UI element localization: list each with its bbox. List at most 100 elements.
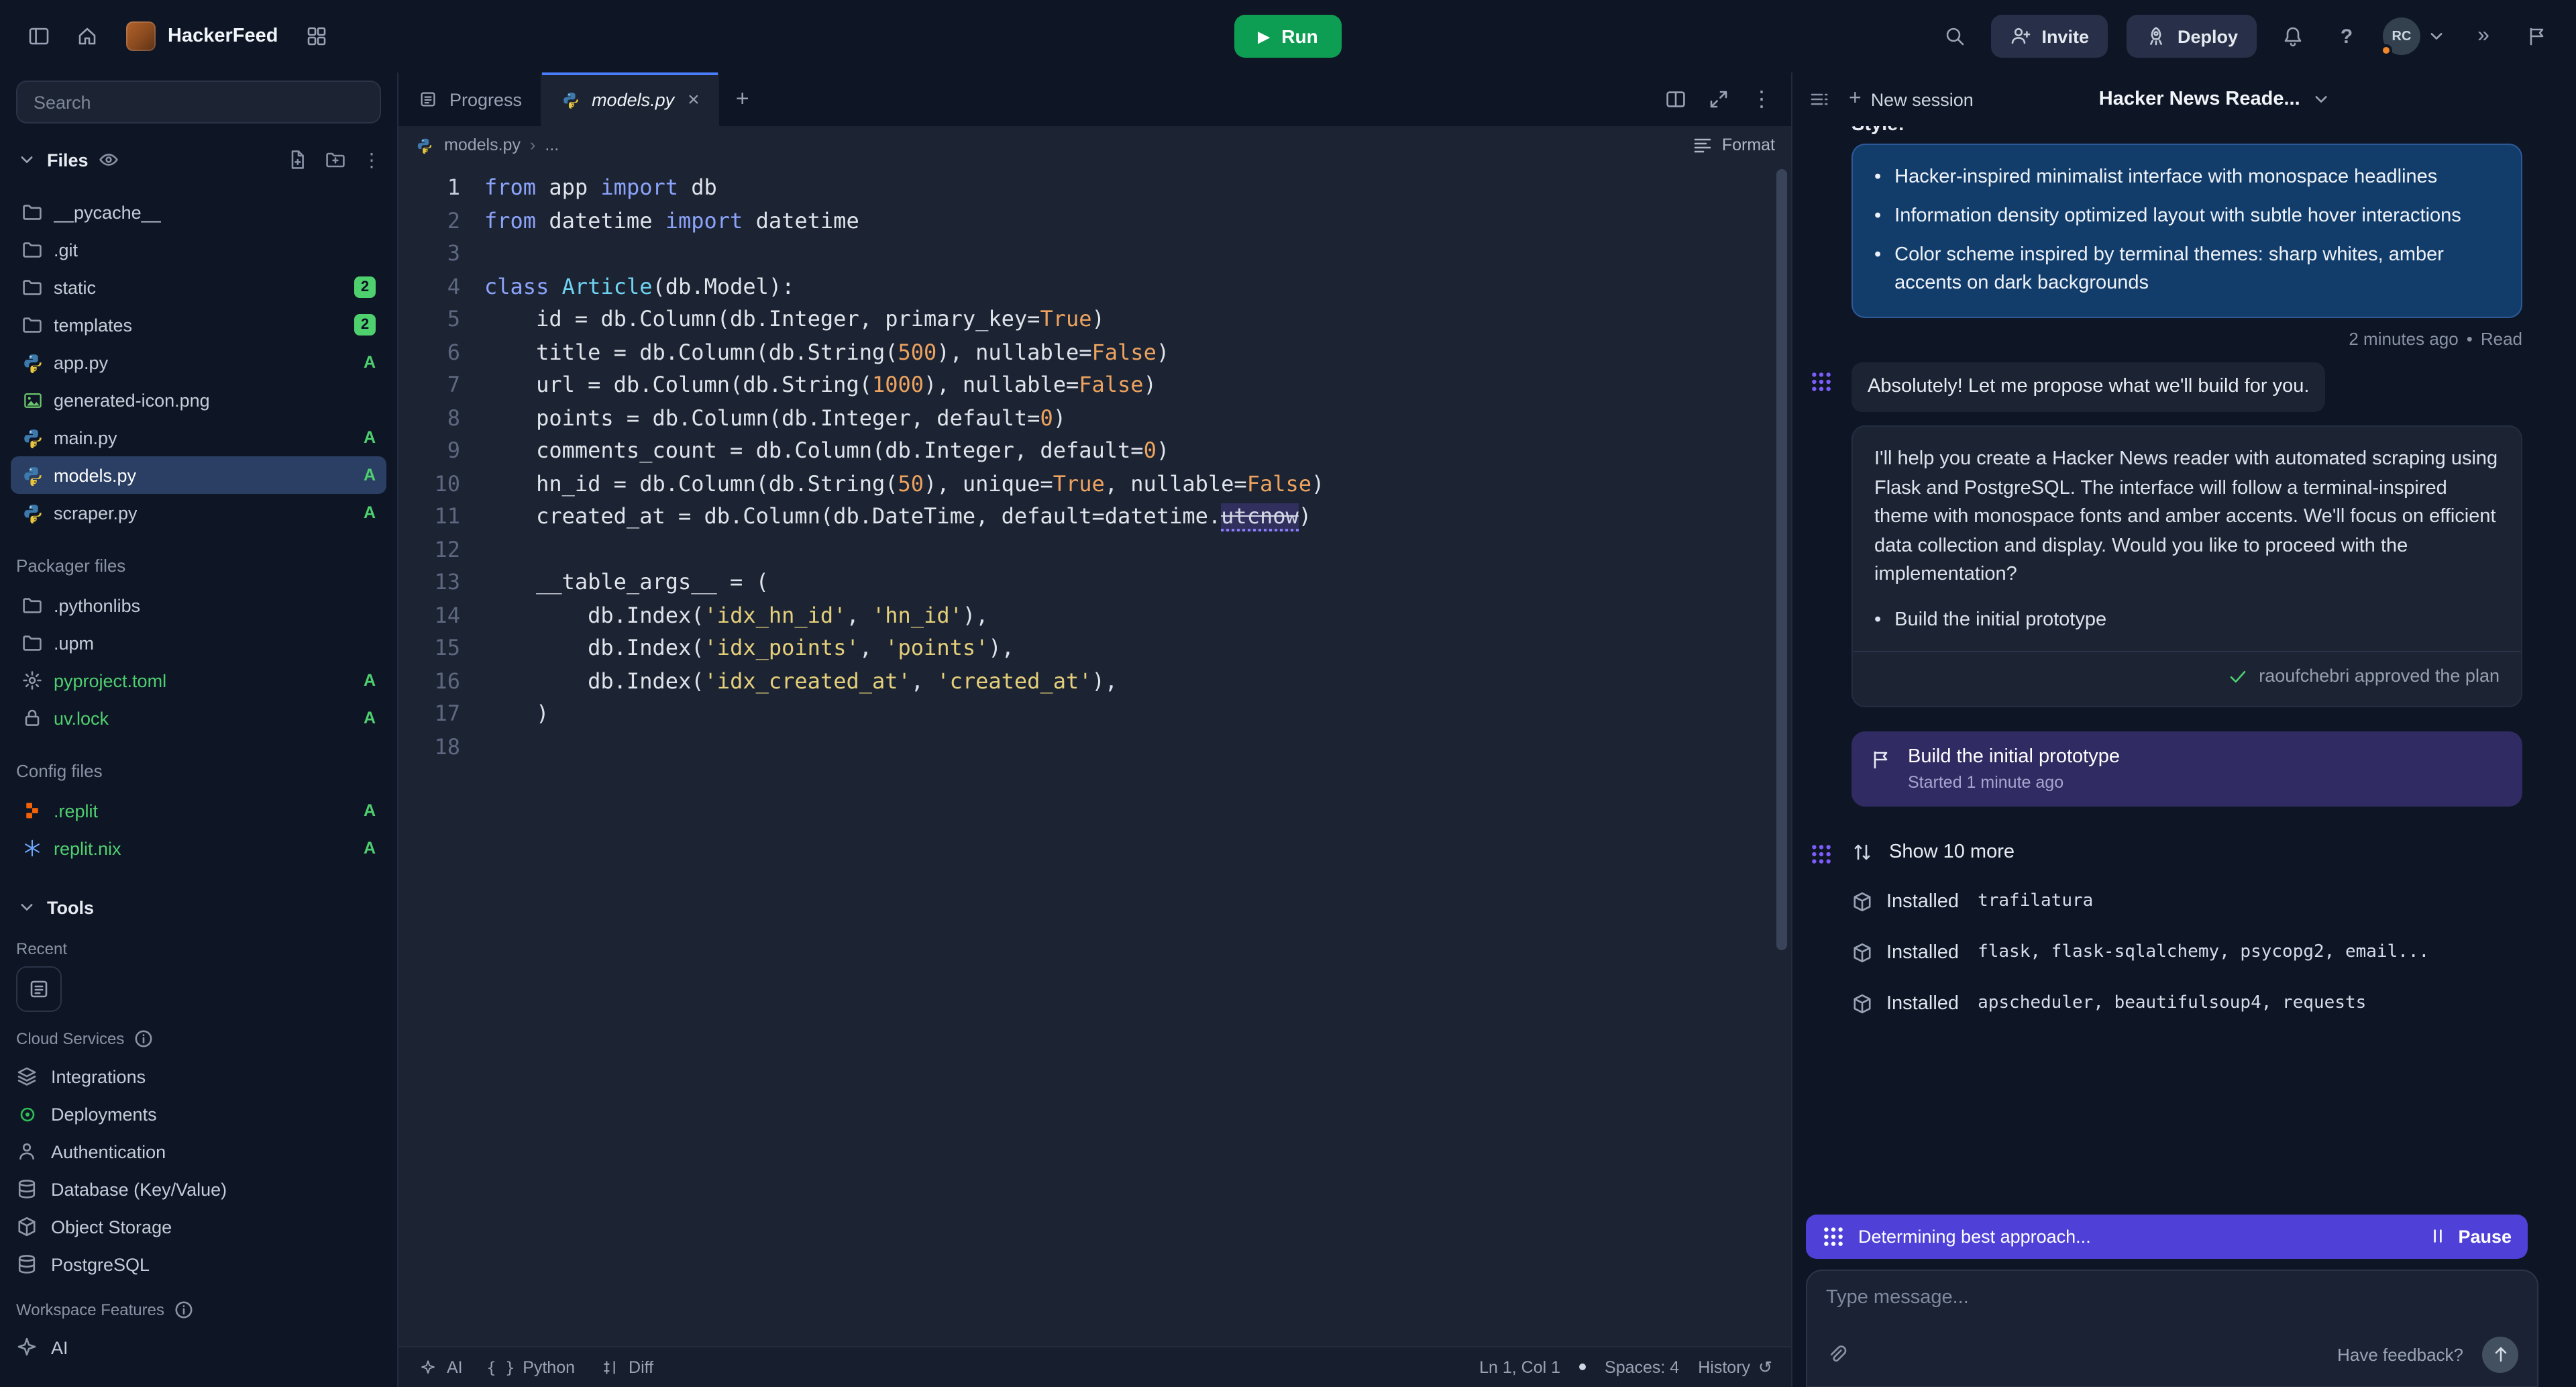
file-static[interactable]: static2	[11, 268, 386, 306]
tab-bar: Progressmodels.py× + ⋮	[398, 72, 1791, 126]
language-status[interactable]: { } Python	[487, 1357, 575, 1376]
collapse-chevron-icon[interactable]	[16, 896, 38, 918]
split-editor-icon[interactable]	[1665, 89, 1686, 110]
editor-menu-icon[interactable]: ⋮	[1751, 86, 1772, 113]
indent-setting[interactable]: Spaces: 4	[1605, 1357, 1679, 1376]
file-badge: A	[364, 671, 376, 690]
tools-header: Tools	[16, 891, 381, 923]
sidebar-item-postgresql[interactable]: PostgreSQL	[11, 1245, 386, 1283]
file-.git[interactable]: .git	[11, 231, 386, 268]
scrollbar-thumb[interactable]	[1776, 169, 1787, 950]
image-icon	[21, 390, 43, 410]
breadcrumb-more[interactable]: ...	[545, 136, 559, 154]
file-.pythonlibs[interactable]: .pythonlibs	[11, 586, 386, 624]
plan-paragraph: I'll help you create a Hacker News reade…	[1874, 446, 2500, 590]
sidebar-item-deployments[interactable]: Deployments	[11, 1095, 386, 1133]
collapse-chevron-icon[interactable]	[16, 149, 38, 170]
new-tab-icon[interactable]: +	[720, 72, 765, 126]
file-.upm[interactable]: .upm	[11, 624, 386, 662]
eye-icon[interactable]	[98, 149, 119, 170]
file-models.py[interactable]: models.pyA	[11, 456, 386, 494]
chat-messages[interactable]: Style:•Hacker-inspired minimalist interf…	[1792, 126, 2576, 1209]
file-scraper.py[interactable]: scraper.pyA	[11, 494, 386, 531]
attach-icon[interactable]	[1826, 1343, 1847, 1365]
sidebar-item-ai[interactable]: AI	[11, 1329, 386, 1366]
topbar: HackerFeed ▶ Run Invite Deploy ? RC	[0, 0, 2576, 72]
cloud-services-label: Cloud Services	[16, 1028, 381, 1049]
plan-approval: raoufchebri approved the plan	[1874, 665, 2500, 686]
agent-message: Absolutely! Let me propose what we'll bu…	[1851, 362, 2325, 412]
file-uv.lock[interactable]: uv.lockA	[11, 699, 386, 737]
sidebar-item-integrations[interactable]: Integrations	[11, 1058, 386, 1095]
file-badge: 2	[354, 276, 376, 298]
ai-status[interactable]: AI	[417, 1356, 463, 1378]
pause-button[interactable]: Pause	[2427, 1225, 2512, 1247]
history-button[interactable]: History ↺	[1698, 1357, 1772, 1377]
file-__pycache__[interactable]: __pycache__	[11, 193, 386, 231]
new-session-button[interactable]: + New session	[1849, 87, 1974, 111]
bullet-item: •Color scheme inspired by terminal theme…	[1874, 242, 2500, 298]
package-icon	[1851, 890, 1873, 912]
sidebar-toggle-icon[interactable]	[21, 19, 56, 54]
recent-tool-button[interactable]	[16, 966, 62, 1012]
format-button[interactable]: Format	[1693, 134, 1775, 156]
file-tree: __pycache__.gitstatic2templates2app.pyAg…	[16, 193, 381, 867]
notifications-bell-icon[interactable]	[2275, 19, 2310, 54]
file-generated-icon.png[interactable]: generated-icon.png	[11, 381, 386, 419]
run-button[interactable]: ▶ Run	[1234, 15, 1342, 58]
message-input[interactable]: Type message...	[1826, 1286, 2518, 1308]
search-icon[interactable]	[1937, 19, 1972, 54]
agent-icon	[1822, 1225, 1845, 1247]
cursor-position[interactable]: Ln 1, Col 1	[1479, 1357, 1560, 1376]
diff-status[interactable]: Diff	[599, 1356, 653, 1378]
close-tab-icon[interactable]: ×	[688, 88, 700, 111]
breadcrumb-file[interactable]: models.py	[444, 136, 521, 154]
feedback-link[interactable]: Have feedback?	[2337, 1344, 2463, 1364]
replit-icon	[21, 801, 43, 820]
breadcrumb: models.py › ... Format	[398, 126, 1791, 164]
new-file-icon[interactable]	[287, 149, 309, 170]
code-content[interactable]: from app import dbfrom datetime import d…	[484, 172, 1791, 1345]
files-menu-icon[interactable]: ⋮	[362, 148, 381, 171]
file-replit.nix[interactable]: replit.nixA	[11, 829, 386, 867]
sidebar-item-authentication[interactable]: Authentication	[11, 1133, 386, 1170]
tab-Progress[interactable]: Progress	[398, 72, 542, 126]
sessions-list-icon[interactable]	[1809, 89, 1830, 110]
person-plus-icon	[2009, 25, 2031, 47]
checkpoint-card[interactable]: Build the initial prototypeStarted 1 min…	[1851, 731, 2522, 806]
send-button[interactable]	[2482, 1336, 2518, 1372]
file-pyproject.toml[interactable]: pyproject.tomlA	[11, 662, 386, 699]
account-menu[interactable]: RC	[2383, 17, 2447, 55]
flag-icon[interactable]	[2520, 19, 2555, 54]
files-header: Files ⋮	[16, 144, 381, 176]
file-templates[interactable]: templates2	[11, 306, 386, 344]
agent-avatar-icon	[1806, 839, 1835, 869]
plus-icon: +	[1849, 87, 1862, 111]
file-app.py[interactable]: app.pyA	[11, 344, 386, 381]
new-folder-icon[interactable]	[325, 149, 346, 170]
chevrons-right-icon[interactable]: »	[2466, 19, 2501, 54]
expand-icon[interactable]	[1708, 89, 1729, 110]
python-icon	[21, 352, 43, 372]
show-more-button[interactable]: Show 10 more	[1889, 841, 2015, 863]
invite-button[interactable]: Invite	[1990, 15, 2108, 58]
tab-models.py[interactable]: models.py×	[542, 72, 720, 126]
file-main.py[interactable]: main.pyA	[11, 419, 386, 456]
file-.replit[interactable]: .replitA	[11, 792, 386, 829]
help-icon[interactable]: ?	[2329, 19, 2364, 54]
session-title[interactable]: Hacker News Reade...	[2099, 89, 2332, 110]
sidebar-item-object-storage[interactable]: Object Storage	[11, 1208, 386, 1245]
deploy-button[interactable]: Deploy	[2127, 15, 2257, 58]
home-icon[interactable]	[70, 19, 105, 54]
file-badge: 2	[354, 314, 376, 336]
sidebar-item-database-key-value-[interactable]: Database (Key/Value)	[11, 1170, 386, 1208]
python-icon	[21, 427, 43, 448]
search-input[interactable]: Search	[16, 81, 381, 123]
message-composer[interactable]: Type message... Have feedback?	[1806, 1269, 2538, 1387]
project-switcher[interactable]: HackerFeed	[118, 17, 286, 55]
apps-grid-icon[interactable]	[299, 19, 334, 54]
code-editor[interactable]: 123456789101112131415161718 from app imp…	[398, 164, 1791, 1345]
sparkle-icon	[420, 1359, 436, 1375]
editor-scrollbar[interactable]	[1776, 169, 1787, 1340]
arrow-up-icon	[2489, 1343, 2511, 1365]
